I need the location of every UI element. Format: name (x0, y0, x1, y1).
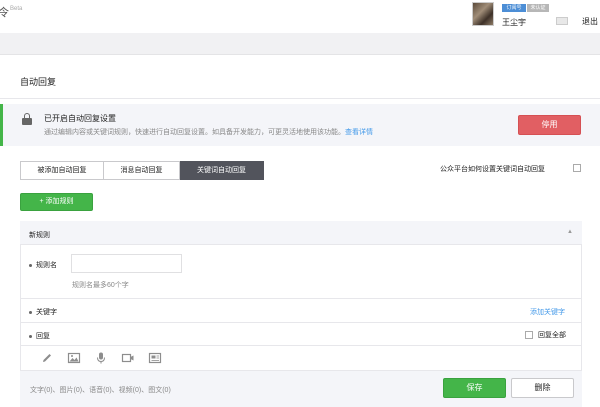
logout-link[interactable]: 退出 (582, 16, 598, 27)
tab-keyword-reply[interactable]: 关键词自动回复 (180, 161, 264, 180)
divider (20, 298, 582, 299)
how-to-link[interactable]: 公众平台如何设置关键词自动回复 (440, 164, 545, 174)
reply-type-tabs: 被添加自动回复 消息自动回复 关键词自动回复 (20, 161, 264, 180)
divider (20, 322, 582, 323)
rule-name-input[interactable] (71, 254, 182, 273)
tab-added-reply[interactable]: 被添加自动回复 (20, 161, 104, 180)
add-rule-button[interactable]: + 添加规则 (20, 193, 93, 211)
keyword-label: 关键字 (29, 307, 57, 317)
article-icon[interactable] (148, 351, 162, 365)
verification-badge: 未认证 (527, 4, 549, 12)
pencil-icon[interactable] (40, 351, 54, 365)
beta-tag: Beta (10, 6, 23, 12)
avatar[interactable] (472, 2, 494, 26)
status-description: 通过编辑内容或关键词规则，快速进行自动回复设置。如具备开发能力，可更灵活地使用该… (44, 129, 373, 136)
reply-label: 回复 (29, 331, 50, 341)
status-title: 已开启自动回复设置 (44, 114, 116, 123)
account-type-badge: 订阅号 (502, 4, 526, 12)
username[interactable]: 王尘宇 (502, 17, 526, 28)
save-button[interactable]: 保存 (443, 378, 506, 398)
top-bar: 令 Beta 订阅号 未认证 王尘宇 退出 (0, 0, 600, 33)
how-to-checkbox[interactable] (573, 164, 581, 172)
content-counts: 文字(0)、图片(0)、语音(0)、视频(0)、图文(0) (30, 387, 171, 394)
reply-all-checkbox[interactable] (525, 331, 533, 339)
user-dropdown-icon[interactable] (556, 17, 568, 25)
tab-message-reply[interactable]: 消息自动回复 (104, 161, 180, 180)
video-icon[interactable] (121, 351, 135, 365)
add-keyword-link[interactable]: 添加关键字 (530, 307, 565, 317)
delete-button[interactable]: 删除 (511, 378, 574, 398)
image-icon[interactable] (67, 351, 81, 365)
chevron-up-icon[interactable]: ▲ (567, 229, 573, 235)
microphone-icon[interactable] (94, 351, 108, 365)
auto-reply-status-panel (0, 104, 600, 146)
view-details-link[interactable]: 查看详情 (345, 129, 373, 136)
rule-name-label: 规则名 (29, 260, 57, 270)
reply-all-label: 回复全部 (538, 332, 566, 339)
nav-strip (0, 33, 600, 55)
divider (0, 98, 600, 99)
disable-button[interactable]: 停用 (518, 115, 581, 135)
lock-icon (22, 113, 32, 125)
rule-header[interactable] (20, 221, 582, 245)
page-title: 自动回复 (20, 77, 57, 87)
divider (20, 345, 582, 346)
rule-name-hint: 规则名最多60个字 (72, 282, 129, 289)
rule-header-label: 新规则 (29, 232, 50, 239)
